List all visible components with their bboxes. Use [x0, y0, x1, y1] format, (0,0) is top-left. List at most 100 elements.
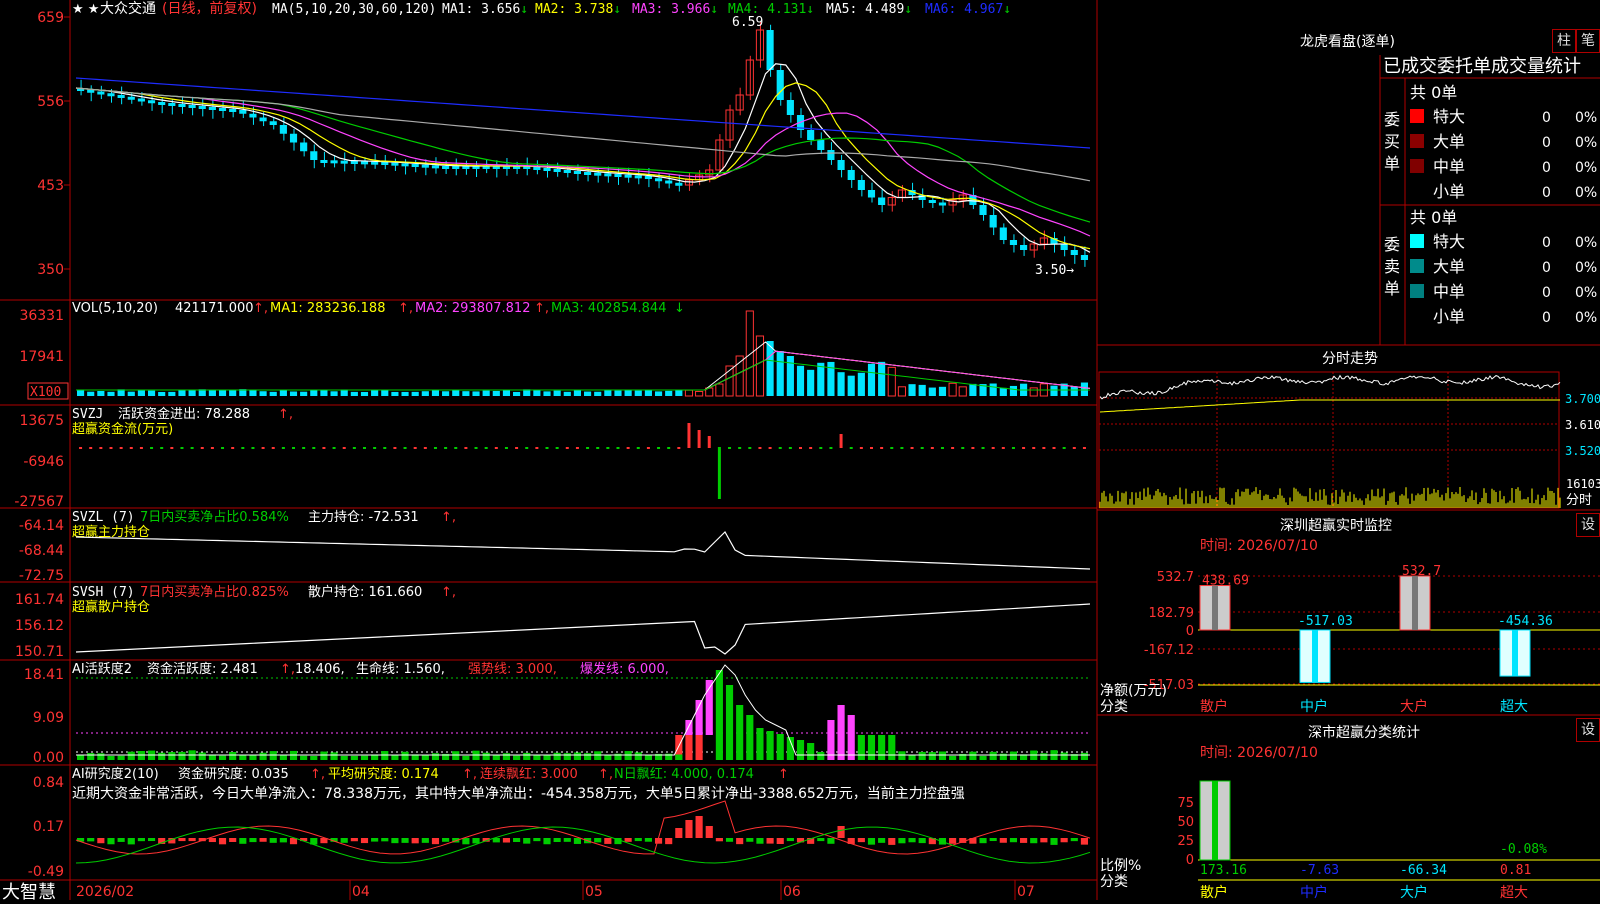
svzj-chart[interactable] [79, 423, 1086, 499]
monitor-bar-shade [1512, 630, 1518, 677]
svsh-line [75, 603, 1091, 655]
volume-bar [482, 390, 490, 396]
research-bar [553, 838, 561, 842]
volume-bar [472, 391, 480, 396]
tick-mode-button[interactable]: 笔 [1576, 29, 1600, 53]
monitor-chart[interactable]: 532.7182.790-167.12-517.03438.69散户-517.0… [1144, 564, 1600, 715]
lhb-row-value: 0 [1542, 185, 1551, 201]
svzj-sub: 超赢资金流(万元) [72, 421, 173, 437]
volume-chart[interactable] [76, 310, 1091, 397]
research-bar [867, 838, 876, 845]
research-bar [736, 838, 744, 845]
candle [563, 170, 571, 173]
research-bar [127, 838, 135, 845]
fund-flow-bar [200, 447, 204, 449]
svg-text:↑,: ↑, [598, 767, 613, 782]
research-bar [533, 838, 541, 842]
research-bar [989, 838, 997, 842]
lhb-side-label: 卖 [1384, 257, 1400, 276]
monitor-bar-label: 438.69 [1202, 574, 1249, 589]
ma-label: MA2: 3.738 [535, 2, 613, 17]
volume-bar [1009, 385, 1018, 396]
lhb-side-label: 买 [1384, 132, 1400, 151]
fund-flow-bar [1001, 447, 1005, 449]
activity-bar [807, 743, 815, 760]
ai2-chart[interactable] [75, 800, 1091, 864]
volume-bar [918, 384, 926, 396]
svzl-chart[interactable] [75, 531, 1091, 570]
svg-text:-6946: -6946 [23, 454, 64, 470]
volume-bar [1070, 386, 1078, 396]
svg-text:-68.44: -68.44 [19, 543, 64, 559]
volume-bar [350, 391, 358, 396]
activity-bar [776, 734, 784, 760]
research-bar [462, 838, 470, 845]
fund-flow-bar [322, 447, 326, 449]
classify-chart[interactable]: 75 50 25 0 173.16 散户 -7.63 中户 -66.34 大户 0.81 超大 [1177, 780, 1600, 901]
monitor-time: 时间: 2026/07/10 [1200, 538, 1318, 554]
volume-bar [97, 390, 105, 396]
candle [279, 125, 287, 134]
activity-bar [533, 755, 541, 760]
svg-text:-0.49: -0.49 [28, 864, 64, 880]
ma-labels: MA1: 3.656↓ MA2: 3.738↓ MA3: 3.966↓ MA4: 4.… [442, 2, 1011, 17]
ai1-chart[interactable] [76, 664, 1090, 760]
kline-chart[interactable] [75, 21, 1091, 267]
fund-flow-bar [413, 447, 417, 449]
bar-mode-button[interactable]: 柱 [1552, 29, 1576, 53]
volume-bar [887, 366, 896, 397]
candle [391, 162, 399, 166]
activity-bar [675, 754, 683, 760]
fund-flow-bar [210, 447, 214, 449]
classify-bar-label: 0.81 [1500, 863, 1531, 878]
volume-bar [573, 390, 581, 396]
candle [381, 162, 389, 165]
research-bar [350, 838, 358, 842]
candle [218, 108, 227, 111]
research-bar [573, 838, 581, 844]
activity-bar [594, 751, 602, 760]
candle [573, 171, 581, 174]
activity-bar [878, 735, 886, 760]
fund-flow-bar [454, 447, 458, 449]
research-bar [878, 838, 886, 843]
terminal-canvas[interactable]: ★ ★ 大众交通 (日线，前复权) MA(5,10,20,30,60,120) … [0, 0, 1600, 903]
research-bar [239, 838, 247, 844]
candle [584, 172, 592, 175]
classify-bar-shade [1212, 781, 1218, 860]
candle [999, 227, 1007, 240]
svg-text:07: 07 [1017, 884, 1035, 900]
monitor-y-tick: 0 [1186, 624, 1194, 639]
vol-title: VOL(5,10,20) [72, 301, 158, 316]
volume-bar [948, 382, 957, 397]
lhb-row-value: 0 [1542, 160, 1551, 176]
classify-settings-button[interactable]: 设 [1576, 718, 1600, 742]
research-bar [705, 826, 713, 838]
volume-bar [665, 390, 673, 396]
ai1-l1: 资金活跃度: 2.481 [147, 661, 258, 677]
volume-bar [249, 390, 257, 396]
monitor-settings-button[interactable]: 设 [1576, 513, 1600, 537]
ai2-header: AI研究度2(10) 资金研究度: 0.035 ↑, 平均研究度: 0.174 … [72, 766, 965, 802]
fund-flow-bar [109, 447, 113, 449]
svzl-line [75, 531, 1091, 570]
volume-bar [634, 390, 642, 396]
research-bar [340, 838, 348, 843]
svg-text:04: 04 [352, 884, 370, 900]
fund-flow-bar [707, 436, 711, 448]
fund-flow-bar [1022, 447, 1026, 449]
lhb-side-label: 委 [1384, 110, 1400, 129]
intraday-chart[interactable] [1098, 371, 1561, 509]
activity-bar [1009, 751, 1018, 760]
svsh-chart[interactable] [75, 603, 1091, 655]
lhb-row-value: 0 [1542, 135, 1551, 151]
svzl-label2: 主力持仓: -72.531 [308, 510, 419, 525]
x-axis-ticks [349, 880, 1016, 900]
activity-bar [827, 720, 835, 760]
research-bar [137, 838, 145, 842]
classify-title: 深市超赢分类统计 [1308, 724, 1420, 741]
candle [553, 169, 561, 172]
research-bar [117, 838, 125, 842]
volume-bar [745, 310, 754, 397]
period-label: (日线，前复权) [162, 0, 257, 17]
